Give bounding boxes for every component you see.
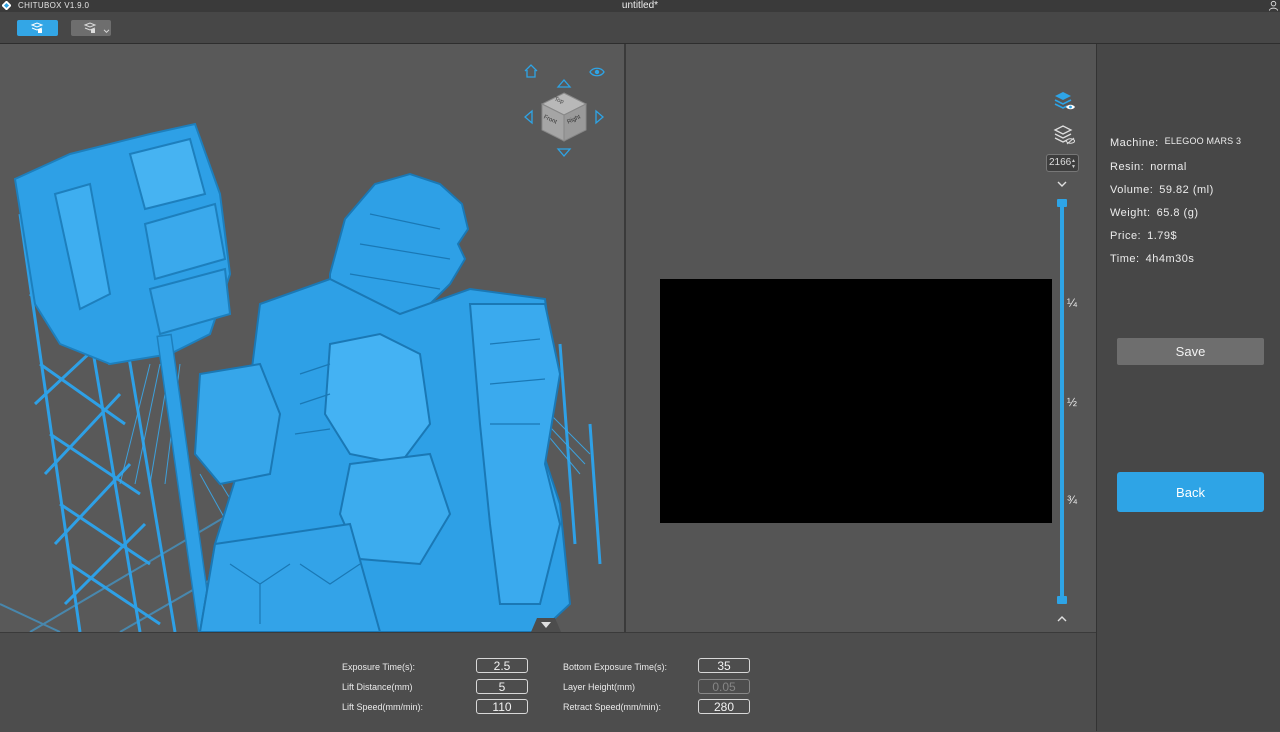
- lift-distance-label: Lift Distance(mm): [342, 682, 413, 692]
- volume-row: Volume: 59.82 (ml): [1110, 184, 1214, 196]
- time-label: Time:: [1110, 253, 1140, 265]
- layer-slider-track[interactable]: [1060, 202, 1064, 602]
- slice-preview-panel: 2166 ▲ ▼ ¼ ½ ¾: [626, 44, 1096, 632]
- bottom-exposure-time-label: Bottom Exposure Time(s):: [563, 662, 668, 672]
- visibility-eye-icon[interactable]: [589, 64, 605, 80]
- layer-mode-icon: [83, 22, 97, 33]
- resin-value: normal: [1150, 161, 1187, 173]
- user-icon[interactable]: [1268, 0, 1279, 11]
- view-up-icon[interactable]: [556, 76, 572, 92]
- machine-value: ELEGOO MARS 3: [1164, 136, 1242, 146]
- layer-slider-bottom-handle[interactable]: [1057, 596, 1067, 604]
- bottom-exposure-time-field[interactable]: 35: [698, 658, 750, 673]
- lift-speed-field[interactable]: 110: [476, 699, 528, 714]
- slider-tick-quarter: ¼: [1067, 296, 1078, 310]
- view-left-icon[interactable]: [521, 109, 537, 125]
- slice-info-panel: Machine: ELEGOO MARS 3 Resin: normal Volum…: [1096, 44, 1280, 731]
- layer-number-spinbox[interactable]: 2166 ▲ ▼: [1046, 154, 1079, 172]
- volume-label: Volume:: [1110, 184, 1154, 196]
- price-row: Price: 1.79$: [1110, 230, 1177, 242]
- model-3d[interactable]: [0, 44, 624, 632]
- layer-height-label: Layer Height(mm): [563, 682, 636, 692]
- collapse-panel-handle[interactable]: [531, 618, 561, 632]
- price-value: 1.79$: [1147, 230, 1178, 242]
- resin-label: Resin:: [1110, 161, 1145, 173]
- slider-tick-half: ½: [1067, 395, 1078, 409]
- price-label: Price:: [1110, 230, 1142, 242]
- time-row: Time: 4h4m30s: [1110, 253, 1194, 265]
- slice-mode-button[interactable]: [17, 20, 58, 36]
- slice-layer-image: [660, 279, 1052, 523]
- layers-hidden-icon[interactable]: [1053, 124, 1075, 146]
- chevron-down-icon[interactable]: [1054, 177, 1070, 191]
- machine-label: Machine:: [1110, 137, 1159, 149]
- chevron-down-icon: [103, 29, 110, 34]
- layer-mode-button[interactable]: [71, 20, 111, 36]
- toolbar: [0, 12, 1280, 44]
- document-title: untitled*: [621, 0, 659, 11]
- model-viewport[interactable]: Top Front Right: [0, 44, 624, 632]
- lift-distance-field[interactable]: 5: [476, 679, 528, 694]
- spin-down-icon[interactable]: ▼: [1071, 164, 1076, 170]
- view-down-icon[interactable]: [556, 144, 572, 160]
- retract-speed-label: Retract Speed(mm/min):: [563, 702, 662, 712]
- layer-number-value: 2166: [1049, 157, 1072, 168]
- back-button[interactable]: Back: [1117, 472, 1264, 512]
- title-bar: CHITUBOX V1.9.0 untitled*: [0, 0, 1280, 12]
- slice-mode-icon: [30, 22, 44, 33]
- retract-speed-field[interactable]: 280: [698, 699, 750, 714]
- exposure-time-field[interactable]: 2.5: [476, 658, 528, 673]
- view-right-icon[interactable]: [591, 109, 607, 125]
- print-parameters-panel: Exposure Time(s): 2.5 Lift Distance(mm) …: [0, 632, 1096, 732]
- layer-slider-top-handle[interactable]: [1057, 199, 1067, 207]
- home-view-icon[interactable]: [523, 63, 539, 79]
- resin-row: Resin: normal: [1110, 161, 1187, 173]
- weight-value: 65.8 (g): [1156, 207, 1199, 219]
- machine-row: Machine: ELEGOO MARS 3: [1110, 136, 1242, 149]
- time-value: 4h4m30s: [1145, 253, 1195, 265]
- chevron-up-icon[interactable]: [1054, 612, 1070, 626]
- layer-height-field: 0.05: [698, 679, 750, 694]
- slider-tick-three-quarter: ¾: [1067, 493, 1078, 507]
- save-button[interactable]: Save: [1117, 338, 1264, 365]
- lift-speed-label: Lift Speed(mm/min):: [342, 702, 424, 712]
- layers-visible-icon[interactable]: [1053, 90, 1075, 112]
- exposure-time-label: Exposure Time(s):: [342, 662, 416, 672]
- weight-row: Weight: 65.8 (g): [1110, 207, 1199, 219]
- volume-value: 59.82 (ml): [1159, 184, 1214, 196]
- weight-label: Weight:: [1110, 207, 1151, 219]
